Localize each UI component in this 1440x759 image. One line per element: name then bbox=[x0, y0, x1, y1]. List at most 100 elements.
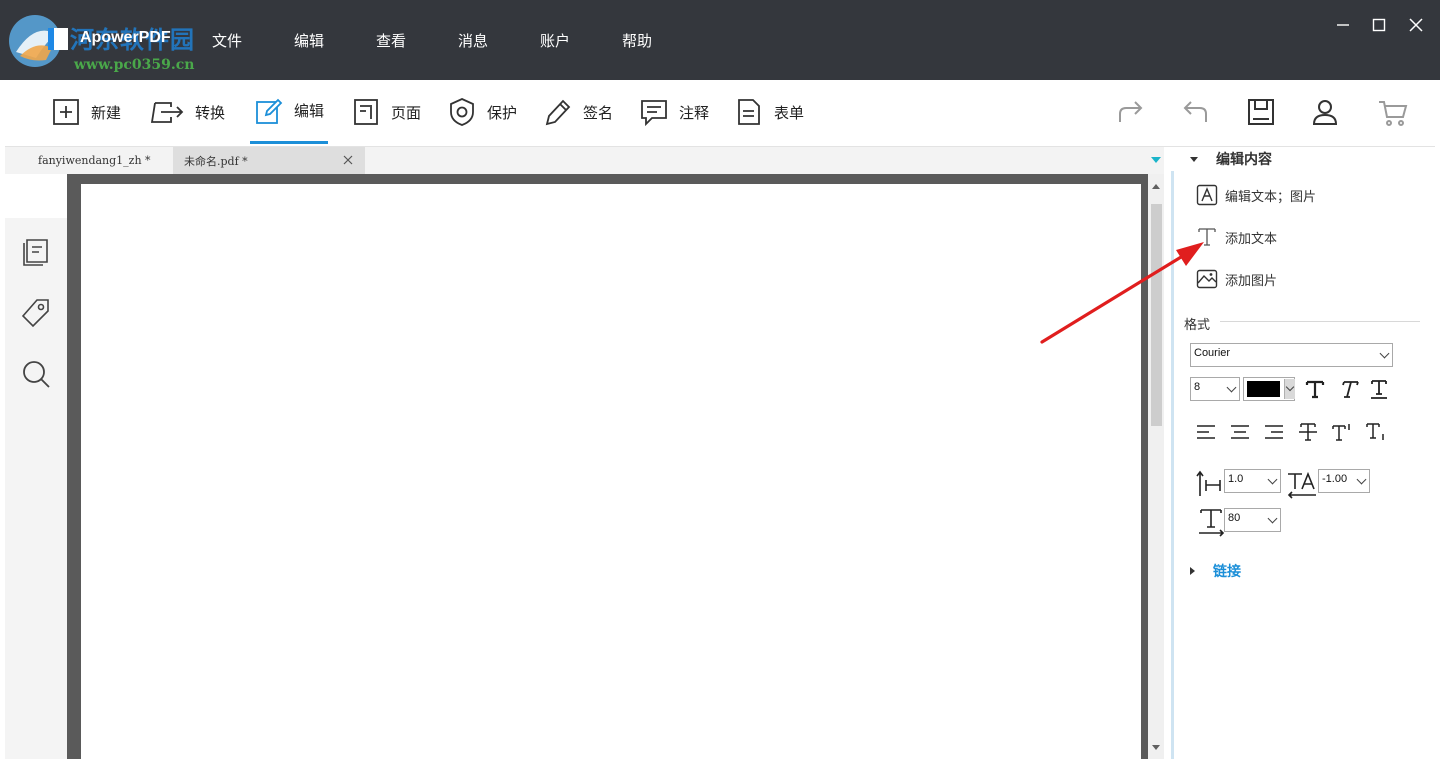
superscript-icon bbox=[1332, 424, 1350, 441]
document-viewport[interactable] bbox=[67, 174, 1148, 759]
redo-icon[interactable] bbox=[1115, 96, 1147, 128]
subscript-icon bbox=[1366, 423, 1384, 440]
align-left-button[interactable] bbox=[1190, 417, 1222, 447]
tool-new[interactable]: 新建 bbox=[51, 80, 121, 144]
chevron-down-icon bbox=[1226, 382, 1237, 393]
text-color-picker[interactable] bbox=[1243, 377, 1295, 401]
font-family-select[interactable]: Courier bbox=[1190, 343, 1393, 367]
align-center-button[interactable] bbox=[1224, 417, 1256, 447]
menu-edit[interactable]: 编辑 bbox=[294, 30, 324, 51]
user-icon[interactable] bbox=[1309, 96, 1341, 128]
italic-button[interactable] bbox=[1333, 374, 1365, 404]
subscript-button[interactable] bbox=[1360, 417, 1392, 447]
edit-properties-panel: 编辑内容 编辑文本；图片 添加文本 添加图片 格式 Courier 8 1.0 … bbox=[1176, 147, 1440, 759]
link-section-header[interactable]: 链接 bbox=[1190, 561, 1241, 581]
add-image-label: 添加图片 bbox=[1225, 273, 1278, 289]
edit-content-header[interactable]: 编辑内容 bbox=[1190, 149, 1272, 169]
comment-icon bbox=[641, 100, 667, 127]
tool-convert[interactable]: 转换 bbox=[149, 80, 225, 144]
chevron-down-icon bbox=[1379, 348, 1390, 359]
line-spacing-icon bbox=[1196, 470, 1221, 496]
page-icon bbox=[354, 99, 378, 125]
bold-button[interactable] bbox=[1299, 374, 1331, 404]
scrollbar-thumb[interactable] bbox=[1151, 204, 1162, 426]
tab-title: fanyiwendang1_zh * bbox=[38, 154, 151, 167]
save-icon[interactable] bbox=[1245, 96, 1277, 128]
maximize-button[interactable] bbox=[1364, 10, 1394, 40]
add-text-button[interactable]: 添加文本 bbox=[1196, 223, 1277, 251]
superscript-button[interactable] bbox=[1326, 417, 1358, 447]
character-spacing-select[interactable]: -1.00 bbox=[1318, 469, 1370, 493]
edit-content-title: 编辑内容 bbox=[1216, 152, 1272, 168]
tool-protect-label: 保护 bbox=[487, 103, 518, 122]
font-family-value: Courier bbox=[1194, 347, 1231, 359]
tab-list-dropdown-icon[interactable] bbox=[1151, 157, 1161, 163]
tab-fanyiwendang[interactable]: fanyiwendang1_zh * bbox=[5, 147, 173, 174]
edit-pencil-icon bbox=[256, 98, 283, 124]
left-panel bbox=[5, 174, 67, 759]
pen-icon bbox=[545, 99, 571, 126]
align-left-icon bbox=[1197, 425, 1215, 439]
tool-annotate[interactable]: 注释 bbox=[639, 80, 709, 144]
search-icon[interactable] bbox=[19, 357, 53, 391]
tab-untitled[interactable]: 未命名.pdf * bbox=[173, 147, 365, 174]
app-name: ApowerPDF bbox=[80, 29, 171, 46]
add-image-icon bbox=[1196, 269, 1218, 289]
tool-form[interactable]: 表单 bbox=[734, 80, 804, 144]
close-tab-icon[interactable] bbox=[341, 153, 355, 167]
font-size-select[interactable]: 8 bbox=[1190, 377, 1240, 401]
form-icon bbox=[738, 99, 760, 125]
underline-icon bbox=[1371, 380, 1387, 399]
edit-text-image-label: 编辑文本；图片 bbox=[1225, 189, 1317, 205]
tool-new-label: 新建 bbox=[91, 103, 122, 122]
underline-button[interactable] bbox=[1363, 374, 1395, 404]
close-button[interactable] bbox=[1401, 10, 1431, 40]
maximize-icon bbox=[1372, 18, 1386, 32]
app-window: 河东软件园 www.pc0359.cn ApowerPDF 文件 编辑 查看 消… bbox=[0, 0, 1440, 759]
menu-messages[interactable]: 消息 bbox=[458, 30, 488, 51]
expand-right-icon bbox=[1190, 567, 1195, 575]
tab-title: 未命名.pdf * bbox=[184, 154, 248, 168]
align-center-icon bbox=[1231, 425, 1249, 439]
text-scale-value: 80 bbox=[1228, 512, 1241, 524]
format-divider bbox=[1220, 321, 1420, 322]
text-scale-select[interactable]: 80 bbox=[1224, 508, 1281, 532]
cart-icon[interactable] bbox=[1377, 96, 1409, 128]
character-spacing-value: -1.00 bbox=[1322, 473, 1348, 485]
bookmark-tag-icon[interactable] bbox=[19, 296, 53, 330]
tool-sign[interactable]: 签名 bbox=[543, 80, 613, 144]
undo-icon[interactable] bbox=[1179, 96, 1211, 128]
edit-text-image-button[interactable]: 编辑文本；图片 bbox=[1196, 181, 1316, 209]
tool-edit[interactable]: 编辑 bbox=[250, 80, 329, 144]
tool-page[interactable]: 页面 bbox=[351, 80, 421, 144]
chevron-down-icon bbox=[1267, 474, 1278, 485]
pdf-page[interactable] bbox=[81, 184, 1141, 759]
thumbnails-icon[interactable] bbox=[19, 234, 53, 268]
align-right-button[interactable] bbox=[1258, 417, 1290, 447]
menu-view[interactable]: 查看 bbox=[376, 30, 406, 51]
font-size-value: 8 bbox=[1194, 381, 1201, 393]
plus-square-icon bbox=[53, 99, 79, 125]
menu-help[interactable]: 帮助 bbox=[622, 30, 652, 51]
bold-icon bbox=[1305, 380, 1325, 399]
tool-convert-label: 转换 bbox=[195, 103, 226, 122]
scroll-up-icon[interactable] bbox=[1152, 184, 1160, 189]
line-spacing-select[interactable]: 1.0 bbox=[1224, 469, 1281, 493]
chevron-down-icon bbox=[1267, 513, 1278, 524]
left-panel-header bbox=[5, 174, 67, 218]
menu-file[interactable]: 文件 bbox=[212, 30, 242, 51]
shield-icon bbox=[450, 98, 474, 126]
align-right-icon bbox=[1265, 425, 1283, 439]
strikethrough-icon bbox=[1299, 423, 1317, 441]
tool-protect[interactable]: 保护 bbox=[447, 80, 517, 144]
add-image-button[interactable]: 添加图片 bbox=[1196, 265, 1277, 293]
color-dropdown-icon[interactable] bbox=[1284, 379, 1295, 399]
tool-edit-label: 编辑 bbox=[294, 102, 325, 120]
strikethrough-button[interactable] bbox=[1292, 417, 1324, 447]
tool-annotate-label: 注释 bbox=[679, 103, 710, 122]
vertical-scrollbar[interactable] bbox=[1148, 174, 1164, 759]
scroll-down-icon[interactable] bbox=[1152, 745, 1160, 750]
menu-account[interactable]: 账户 bbox=[540, 30, 570, 51]
minimize-button[interactable] bbox=[1328, 10, 1358, 40]
minimize-icon bbox=[1337, 24, 1349, 26]
